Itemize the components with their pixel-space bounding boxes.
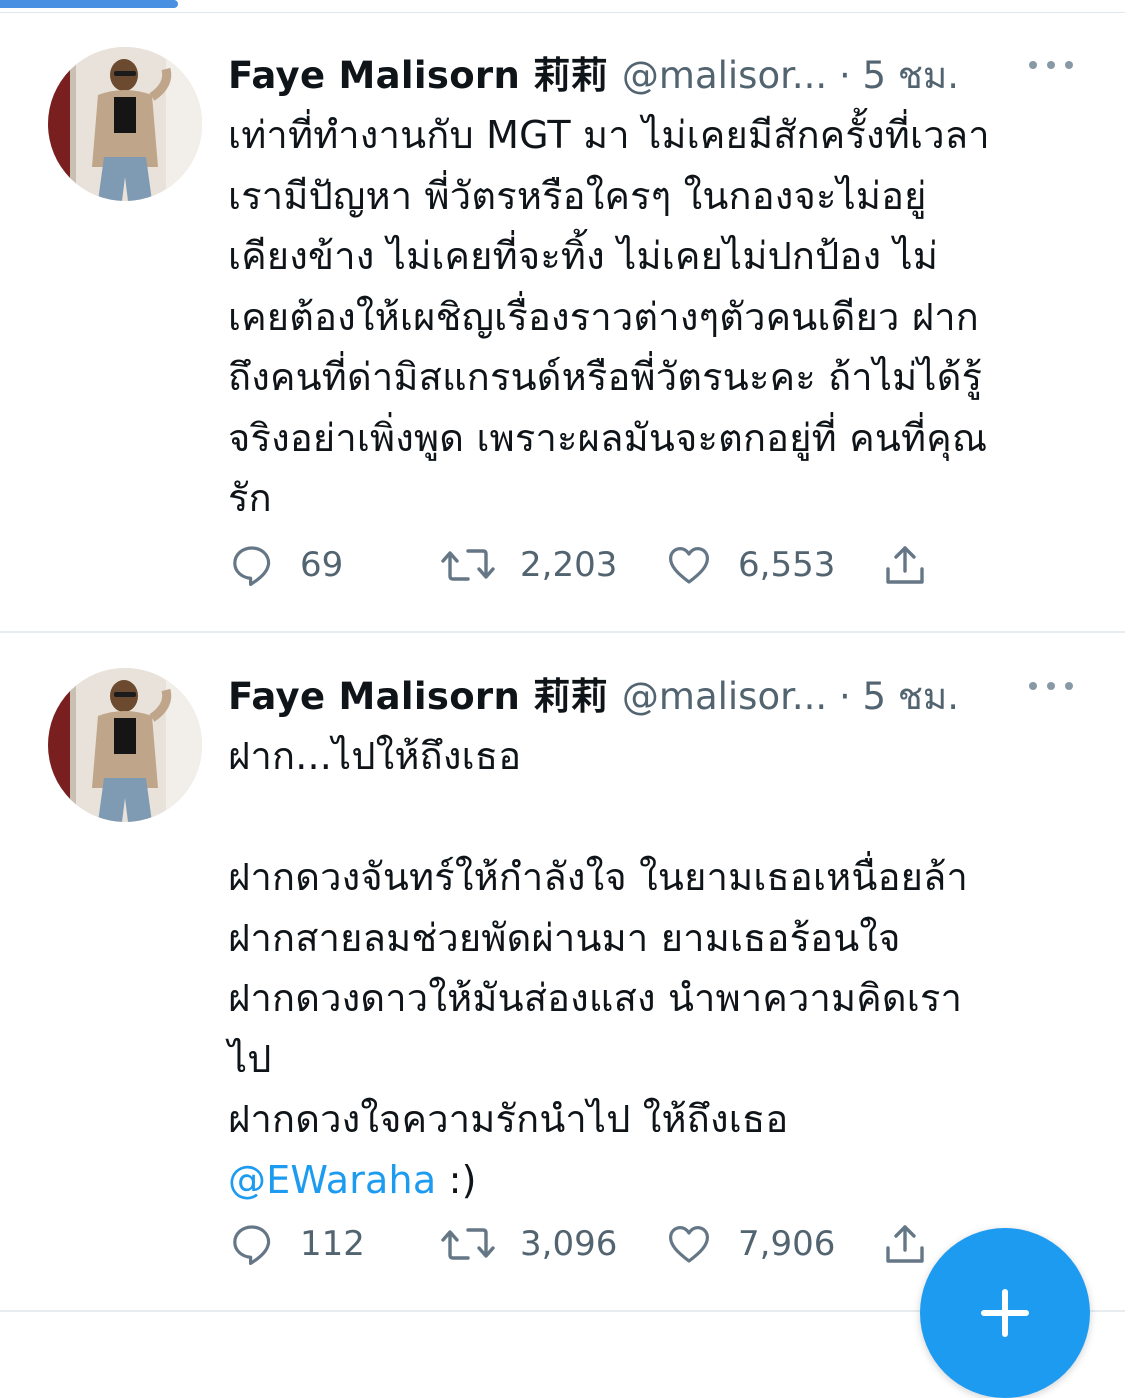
tweet-text: เท่าที่ทำงานกับ MGT มา ไม่เคยมีสักครั้งท… [228, 105, 1088, 529]
reply-icon [233, 546, 271, 586]
tweet-text-line: รัก [228, 476, 272, 520]
tweet-text-line: ไป [228, 1036, 272, 1081]
like-icon [669, 1226, 709, 1263]
share-icon [886, 546, 924, 584]
avatar[interactable] [48, 47, 202, 201]
mention-link[interactable]: @EWaraha [228, 1158, 436, 1202]
tweet-header: Faye Malisorn 莉莉 @malisor... · 5 ชม. [228, 45, 959, 97]
tweet-text-line: ฝากสายลมช่วยพัดผ่านมา ยามเธอร้อนใจ [228, 915, 901, 960]
reply-button[interactable]: 112 [228, 1214, 365, 1274]
retweet-icon [441, 1228, 495, 1260]
tweet-header: Faye Malisorn 莉莉 @malisor... · 5 ชม. [228, 666, 959, 718]
tweet-actions: 69 2,203 6,553 [228, 535, 948, 595]
tweet-text: ฝาก...ไปให้ถึงเธอ ฝากดวงจันทร์ให้กำลังใจ… [228, 726, 1088, 1210]
retweet-count: 2,203 [520, 545, 618, 585]
like-button[interactable]: 7,906 [664, 1214, 835, 1274]
mention-suffix: :) [436, 1157, 477, 1202]
tweet-text-line: เท่าที่ทำงานกับ MGT มา ไม่เคยมีสักครั้งท… [228, 113, 990, 157]
reply-icon [233, 1225, 271, 1265]
tweet-text-line: เรามีปัญหา พี่วัตรหรือใครๆ ในกองจะไม่อยู… [228, 173, 927, 218]
tweet-text-line: @EWaraha :) [228, 1150, 1088, 1211]
display-name[interactable]: Faye Malisorn 莉莉 [228, 45, 608, 99]
tweet-actions: 112 3,096 7,906 [228, 1214, 948, 1274]
retweet-count: 3,096 [520, 1224, 618, 1264]
tweet-text-line: ถึงคนที่ด่ามิสแกรนด์หรือพี่วัตรนะคะ ถ้าไ… [228, 355, 983, 399]
user-avatar-photo-icon [48, 47, 202, 201]
tweet-divider [0, 631, 1125, 633]
handle-and-time[interactable]: @malisor... · 5 ชม. [622, 46, 959, 105]
reply-count: 69 [300, 545, 344, 585]
like-button[interactable]: 6,553 [664, 535, 835, 595]
reply-count: 112 [300, 1224, 365, 1264]
compose-tweet-button[interactable] [920, 1228, 1090, 1398]
tweet-text-line: เคยต้องให้เผชิญเรื่องราวต่างๆตัวคนเดียว … [228, 294, 979, 339]
like-count: 6,553 [738, 545, 836, 585]
display-name[interactable]: Faye Malisorn 莉莉 [228, 666, 608, 720]
handle-and-time[interactable]: @malisor... · 5 ชม. [622, 667, 959, 726]
more-icon[interactable] [1029, 55, 1073, 75]
like-icon [669, 547, 709, 584]
retweet-button[interactable]: 2,203 [440, 535, 617, 595]
avatar[interactable] [48, 668, 202, 822]
user-avatar-photo-icon [48, 668, 202, 822]
like-count: 7,906 [738, 1224, 836, 1264]
tweet-text-line: ฝากดวงใจความรักนำไป ให้ถึงเธอ [228, 1097, 789, 1141]
tweet[interactable]: Faye Malisorn 莉莉 @malisor... · 5 ชม. ฝาก… [0, 634, 1125, 1310]
tweet-text-blank-line [228, 787, 1088, 848]
tweet-text-line: จริงอย่าเพิ่งพูด เพราะผลมันจะตกอยู่ที่ ค… [228, 415, 988, 460]
tweet-text-line: เคียงข้าง ไม่เคยที่จะทิ้ง ไม่เคยไม่ปกป้อ… [228, 234, 939, 278]
reply-button[interactable]: 69 [228, 535, 343, 595]
tweet[interactable]: Faye Malisorn 莉莉 @malisor... · 5 ชม. เท่… [0, 13, 1125, 631]
share-button[interactable] [880, 535, 930, 595]
more-icon[interactable] [1029, 676, 1073, 696]
top-progress-bar [0, 0, 178, 8]
share-icon [886, 1225, 924, 1263]
tweet-text-line: ฝากดวงดาวให้มันส่องแสง นำพาความคิดเรา [228, 976, 963, 1020]
tweet-text-line: ฝากดวงจันทร์ให้กำลังใจ ในยามเธอเหนื่อยล้… [228, 855, 969, 899]
tweet-text-line: ฝาก...ไปให้ถึงเธอ [228, 734, 522, 778]
compose-plus-icon-stem [1002, 1289, 1008, 1337]
retweet-button[interactable]: 3,096 [440, 1214, 617, 1274]
retweet-icon [441, 549, 495, 581]
share-button[interactable] [880, 1214, 930, 1274]
